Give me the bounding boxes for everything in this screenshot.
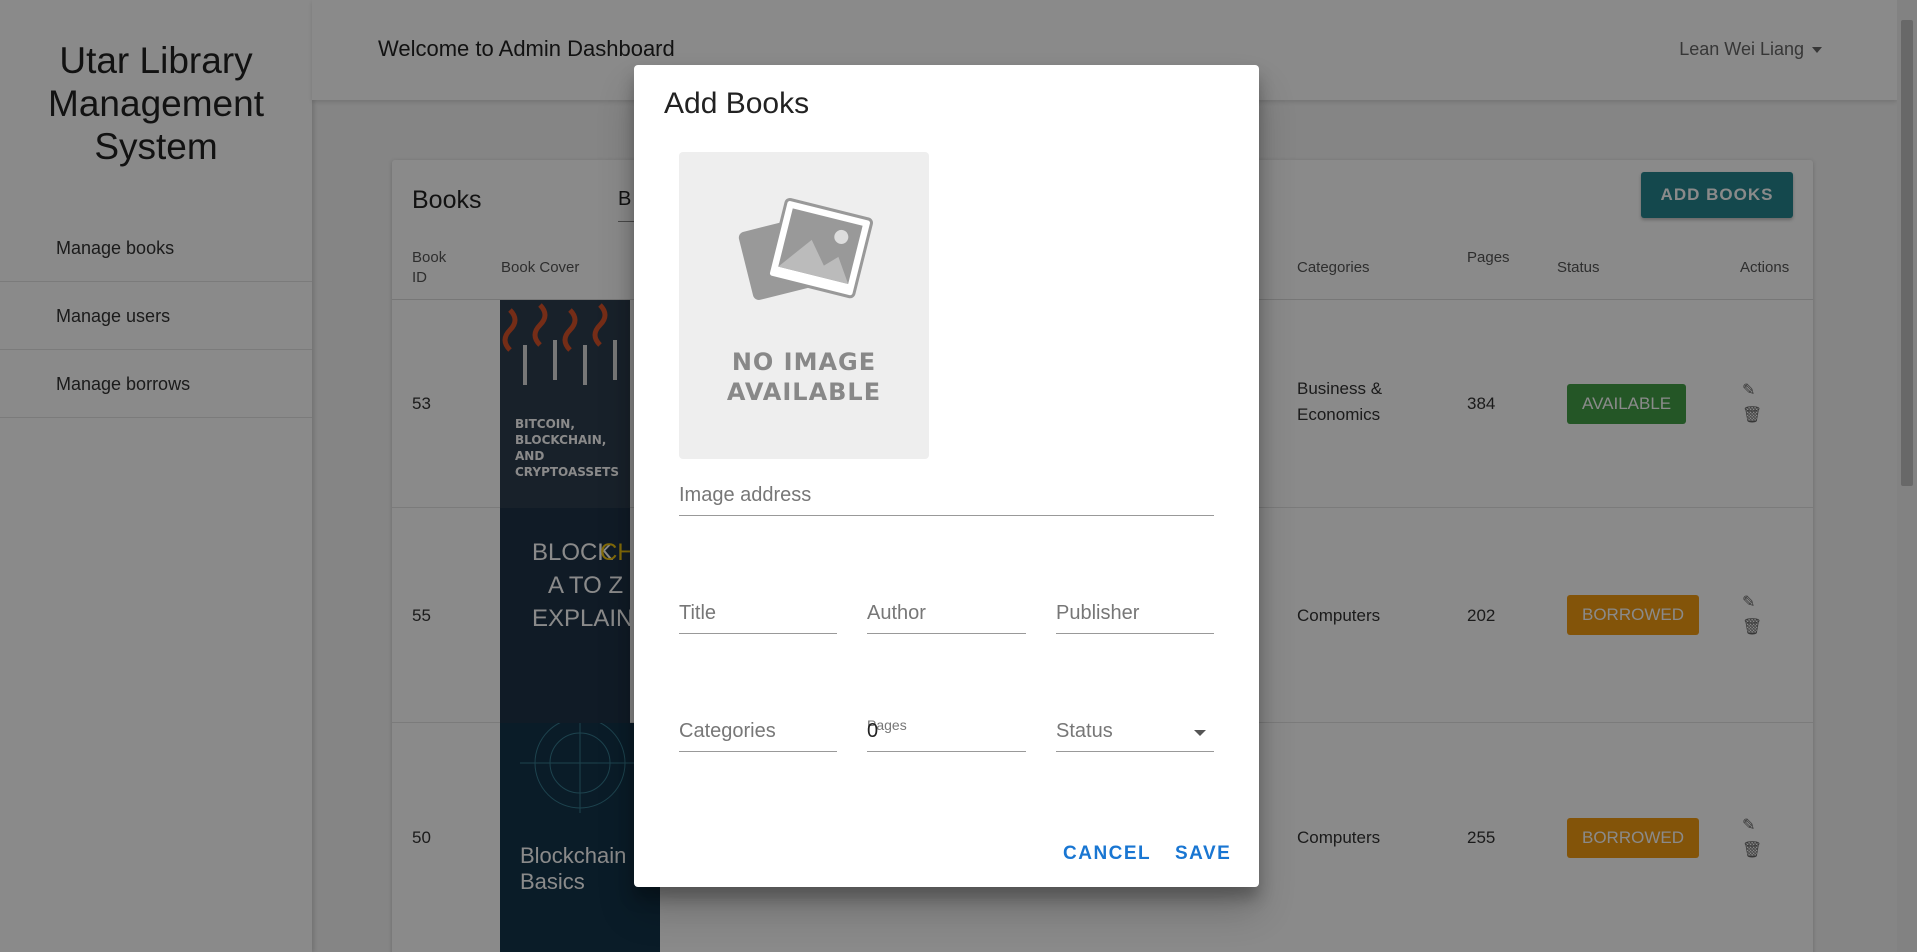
status-select[interactable]: Status — [1056, 707, 1214, 752]
categories-field[interactable]: Categories — [679, 707, 837, 752]
categories-label: Categories — [679, 720, 776, 742]
image-address-label: Image address — [679, 484, 812, 506]
pages-value: 0 — [867, 720, 879, 742]
title-label: Title — [679, 602, 717, 624]
image-address-field[interactable]: Image address — [679, 471, 1214, 516]
author-field[interactable]: Author — [867, 589, 1026, 634]
title-field[interactable]: Title — [679, 589, 837, 634]
dialog-title: Add Books — [664, 87, 810, 120]
pages-field[interactable]: Pages 0 — [867, 707, 1026, 752]
image-placeholder-icon — [738, 198, 873, 300]
cancel-button[interactable]: CANCEL — [1063, 843, 1151, 865]
dropdown-arrow-icon — [1194, 730, 1206, 736]
add-books-dialog: Add Books NO IMAGE AVAILABLE Image addre… — [634, 65, 1259, 887]
book-cover-preview: NO IMAGE AVAILABLE — [679, 152, 929, 459]
save-button[interactable]: SAVE — [1175, 843, 1231, 865]
publisher-field[interactable]: Publisher — [1056, 589, 1214, 634]
no-image-label: NO IMAGE AVAILABLE — [679, 347, 929, 407]
status-label: Status — [1056, 720, 1113, 742]
publisher-label: Publisher — [1056, 602, 1140, 624]
no-image-line: AVAILABLE — [726, 378, 882, 406]
author-label: Author — [867, 602, 926, 624]
no-image-line: NO IMAGE — [731, 348, 877, 376]
